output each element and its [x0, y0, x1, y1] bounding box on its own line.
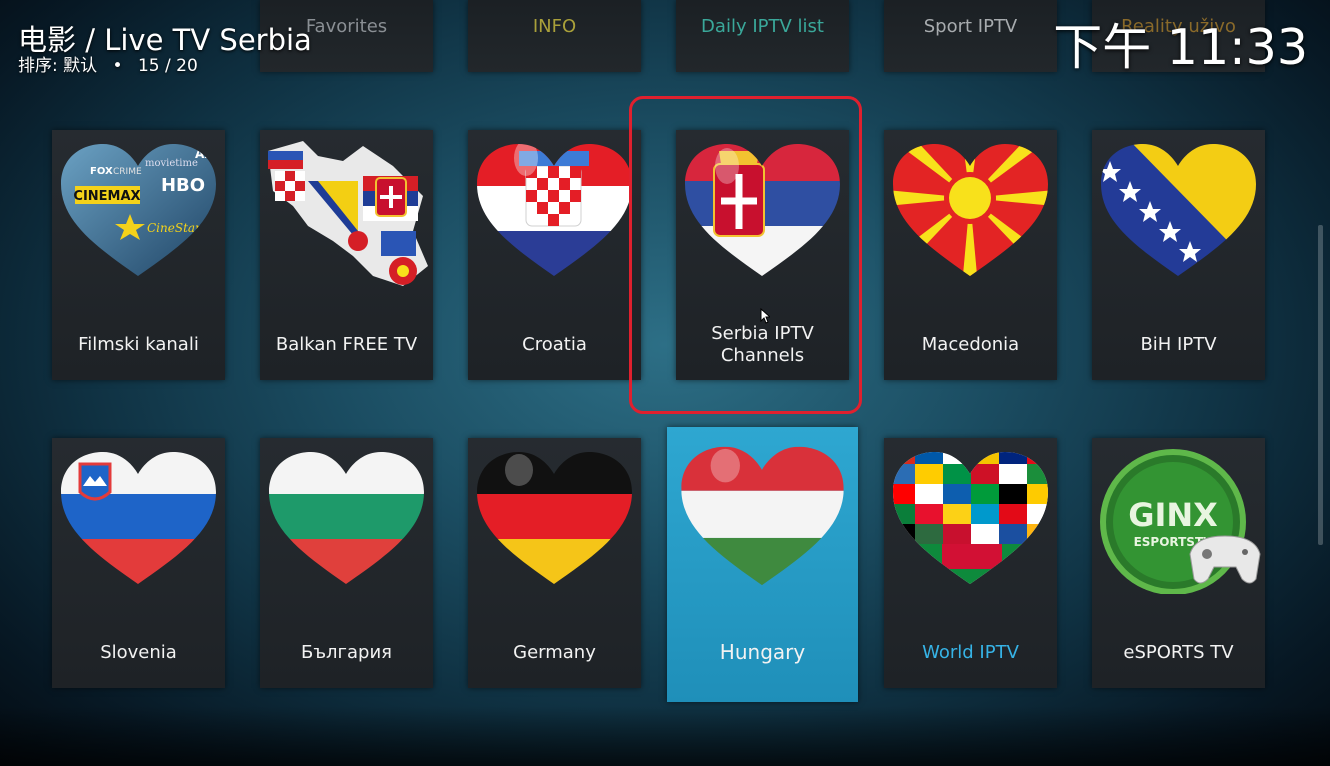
tile-daily-iptv-list[interactable]: Daily IPTV list [676, 0, 849, 72]
svg-text:movietime: movietime [145, 158, 198, 169]
germany-heart-icon [471, 444, 638, 594]
tile-filmski-kanali-label: Filmski kanali [78, 334, 199, 355]
tile-croatia[interactable]: Croatia [468, 130, 641, 380]
bottom-shadow [0, 706, 1330, 766]
tile-sport-iptv[interactable]: Sport IPTV [884, 0, 1057, 72]
tile-esports-tv-label: eSPORTS TV [1123, 642, 1234, 663]
tile-croatia-label: Croatia [522, 334, 587, 355]
tile-sport-iptv-label: Sport IPTV [923, 16, 1018, 37]
svg-text:HBO: HBO [161, 175, 205, 196]
tile-world-iptv-label: World IPTV [922, 642, 1019, 663]
svg-text:GINX: GINX [1128, 496, 1218, 534]
mouse-cursor-icon [760, 308, 770, 324]
tile-info[interactable]: INFO [468, 0, 641, 72]
kodi-screen: Favorites INFO Daily IPTV list Sport IPT… [0, 0, 1330, 766]
tile-slovenia-label: Slovenia [100, 642, 177, 663]
sort-info: 排序: 默认 • 15 / 20 [18, 51, 198, 76]
tile-hungary[interactable]: Hungary [667, 427, 858, 702]
croatia-heart-icon [471, 136, 638, 286]
svg-text:CineStar: CineStar [147, 221, 202, 235]
tile-bih-iptv[interactable]: BiH IPTV [1092, 130, 1265, 380]
movie-channels-heart-icon: CINEMAX HBO FOX CRIME movietime AXN Cine… [55, 136, 222, 286]
tile-balkan-free-tv-label: Balkan FREE TV [275, 334, 418, 355]
tile-bulgaria[interactable]: България [260, 438, 433, 688]
tile-info-label: INFO [532, 16, 577, 37]
tile-slovenia[interactable]: Slovenia [52, 438, 225, 688]
svg-text:FOX: FOX [90, 166, 113, 177]
slovenia-heart-icon [55, 444, 222, 594]
separator-dot: • [112, 56, 123, 76]
svg-text:CINEMAX: CINEMAX [73, 189, 140, 204]
hungary-heart-icon [675, 437, 850, 597]
balkan-map-flags-icon [263, 136, 430, 286]
bulgaria-heart-icon [263, 444, 430, 594]
tile-esports-tv[interactable]: GINX ESPORTSTV eSPORTS TV [1092, 438, 1265, 688]
tile-daily-iptv-list-label: Daily IPTV list [701, 16, 824, 37]
macedonia-heart-icon [887, 136, 1054, 286]
ginx-esports-icon: GINX ESPORTSTV [1095, 444, 1262, 594]
tile-germany-label: Germany [513, 642, 596, 663]
tile-balkan-free-tv[interactable]: Balkan FREE TV [260, 130, 433, 380]
tile-filmski-kanali[interactable]: CINEMAX HBO FOX CRIME movietime AXN Cine… [52, 130, 225, 380]
sort-label: 排序: 默认 [18, 56, 98, 76]
tile-bih-iptv-label: BiH IPTV [1140, 334, 1217, 355]
bosnia-heart-icon [1095, 136, 1262, 286]
item-position: 15 / 20 [137, 56, 198, 76]
svg-text:CRIME: CRIME [113, 167, 142, 177]
world-flags-heart-icon [887, 444, 1054, 594]
tile-germany[interactable]: Germany [468, 438, 641, 688]
tile-world-iptv[interactable]: World IPTV [884, 438, 1057, 688]
tile-macedonia-label: Macedonia [921, 334, 1020, 355]
clock: 下午 11:33 [1053, 19, 1308, 76]
highlight-box [629, 96, 862, 414]
tile-macedonia[interactable]: Macedonia [884, 130, 1057, 380]
svg-text:AXN: AXN [195, 147, 222, 161]
tile-bulgaria-label: България [300, 642, 392, 663]
scrollbar[interactable] [1318, 225, 1323, 545]
tile-hungary-label: Hungary [719, 640, 806, 664]
